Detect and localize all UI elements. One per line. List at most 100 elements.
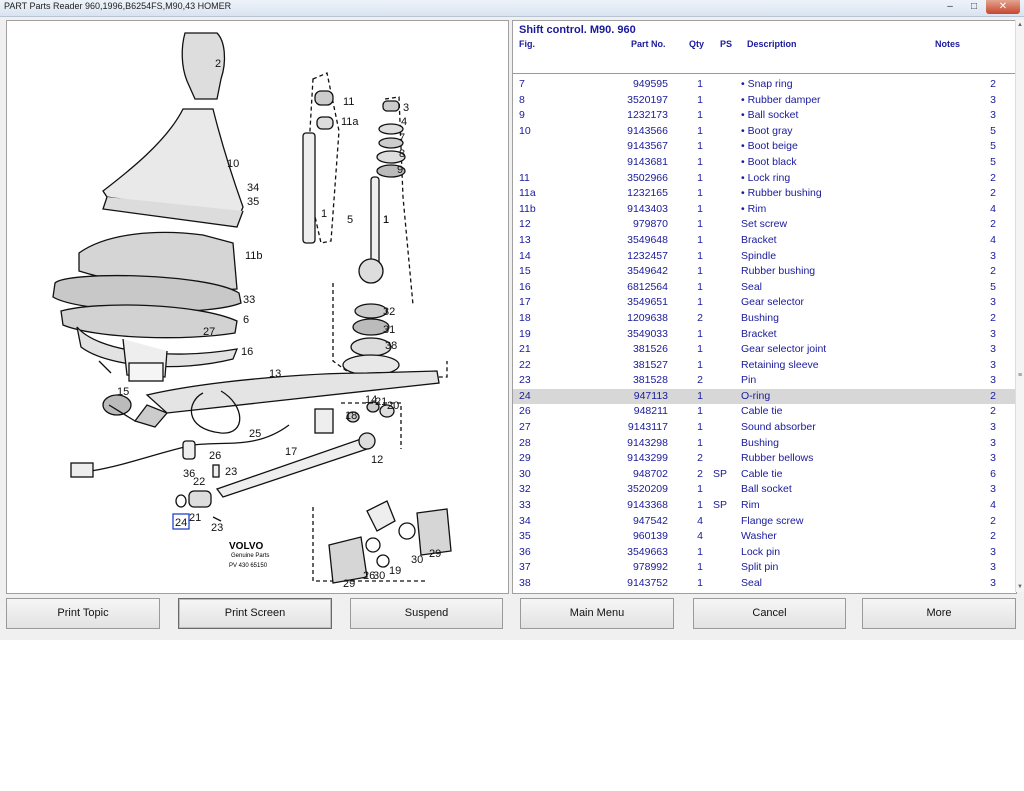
callout-label: 13 xyxy=(269,368,281,380)
parts-list-row[interactable]: 30 948702 2 SP Cable tie 6 xyxy=(513,467,1016,483)
callout-label: 2 xyxy=(215,58,221,70)
row-fig: 19 xyxy=(519,327,531,340)
row-qty: 1 xyxy=(697,233,703,246)
parts-list-row[interactable]: 26 948211 1 Cable tie 2 xyxy=(513,404,1016,420)
parts-list-row[interactable]: 22 381527 1 Retaining sleeve 3 xyxy=(513,358,1016,374)
row-notes: 3 xyxy=(990,577,996,589)
row-notes: 3 xyxy=(990,436,996,449)
parts-list-row[interactable]: 24 947113 1 O-ring 2 xyxy=(513,388,1016,405)
col-notes-header[interactable]: Notes xyxy=(935,39,960,49)
parts-list-row[interactable]: 36 3549663 1 Lock pin 3 xyxy=(513,545,1016,561)
callout-label: 16 xyxy=(241,346,253,358)
callout-label: 32 xyxy=(383,306,395,318)
row-qty: 2 xyxy=(697,467,703,480)
row-part-number: 6812564 xyxy=(627,280,668,293)
scroll-down-icon[interactable]: ▼ xyxy=(1016,584,1024,590)
row-part-number: 9143752 xyxy=(627,577,668,589)
row-notes: 6 xyxy=(990,467,996,480)
parts-list-row[interactable]: 8 3520197 1 • Rubber damper 3 xyxy=(513,93,1016,109)
col-desc-header[interactable]: Description xyxy=(747,39,797,49)
row-part-number: 9143298 xyxy=(627,436,668,449)
row-part-number: 381527 xyxy=(632,358,668,371)
row-description: Flange screw xyxy=(741,514,804,527)
parts-list-row[interactable]: 35 960139 4 Washer 2 xyxy=(513,529,1016,545)
row-notes: 2 xyxy=(990,171,996,184)
parts-list-scrollbar[interactable]: ▲ ≡ ▼ xyxy=(1015,20,1024,592)
parts-list-row[interactable]: 16 6812564 1 Seal 5 xyxy=(513,280,1016,296)
parts-list-row[interactable]: 34 947542 4 Flange screw 2 xyxy=(513,514,1016,530)
parts-list-row[interactable]: 11a 1232165 1 • Rubber bushing 2 xyxy=(513,186,1016,202)
parts-list-row[interactable]: 9143567 1 • Boot beige 5 xyxy=(513,139,1016,155)
callout-label: 8 xyxy=(399,148,405,160)
parts-list-row[interactable]: 18 1209638 2 Bushing 2 xyxy=(513,311,1016,327)
row-qty: 1 xyxy=(697,483,703,496)
parts-list-row[interactable]: 29 9143299 2 Rubber bellows 3 xyxy=(513,451,1016,467)
row-part-number: 9143681 xyxy=(627,155,668,168)
parts-list-row[interactable]: 9 1232173 1 • Ball socket 3 xyxy=(513,108,1016,124)
parts-list-row[interactable]: 9143681 1 • Boot black 5 xyxy=(513,155,1016,171)
print-screen-button[interactable]: Print Screen xyxy=(178,598,332,629)
row-qty: 2 xyxy=(697,311,703,324)
cancel-button[interactable]: Cancel xyxy=(693,598,846,629)
row-notes: 5 xyxy=(990,155,996,168)
row-qty: 1 xyxy=(697,421,703,434)
parts-list-row[interactable]: 14 1232457 1 Spindle 3 xyxy=(513,249,1016,265)
row-ps: SP xyxy=(713,499,728,512)
parts-list-row[interactable]: 12 979870 1 Set screw 2 xyxy=(513,217,1016,233)
row-qty: 1 xyxy=(697,561,703,574)
row-fig: 33 xyxy=(519,499,531,512)
parts-list-row[interactable]: 11b 9143403 1 • Rim 4 xyxy=(513,202,1016,218)
parts-list-row[interactable]: 15 3549642 1 Rubber bushing 2 xyxy=(513,264,1016,280)
callout-label: 11a xyxy=(341,116,359,128)
volvo-logo: VOLVO Genuine Parts PV 430 65150 xyxy=(229,541,269,569)
suspend-button[interactable]: Suspend xyxy=(350,598,503,629)
row-description: • Boot beige xyxy=(741,140,798,153)
col-fig-header[interactable]: Fig. xyxy=(519,39,535,49)
parts-list-row[interactable]: 21 381526 1 Gear selector joint 3 xyxy=(513,342,1016,358)
parts-list-row[interactable]: 23 381528 2 Pin 3 xyxy=(513,373,1016,389)
col-qty-header[interactable]: Qty xyxy=(689,39,704,49)
parts-list-row[interactable]: 13 3549648 1 Bracket 4 xyxy=(513,233,1016,249)
parts-list-row[interactable]: 32 3520209 1 Ball socket 3 xyxy=(513,482,1016,498)
row-qty: 4 xyxy=(697,514,703,527)
minimize-icon[interactable]: – xyxy=(938,0,962,14)
parts-list-rows: 7 949595 1 • Snap ring 2 8 3520197 1 • Rubber da… xyxy=(513,77,1016,592)
parts-list-row[interactable]: 37 978992 1 Split pin 3 xyxy=(513,560,1016,576)
callout-label: 20 xyxy=(387,400,399,412)
row-part-number: 960139 xyxy=(632,530,668,543)
parts-list-row[interactable]: 27 9143117 1 Sound absorber 3 xyxy=(513,420,1016,436)
row-description: Bushing xyxy=(741,311,779,324)
svg-text:Genuine Parts: Genuine Parts xyxy=(231,553,269,559)
row-notes: 3 xyxy=(990,483,996,496)
scroll-thumb[interactable]: ≡ xyxy=(1017,372,1023,379)
row-fig: 12 xyxy=(519,218,531,231)
row-part-number: 381526 xyxy=(632,343,668,356)
parts-list-row[interactable]: 28 9143298 1 Bushing 3 xyxy=(513,436,1016,452)
scroll-up-icon[interactable]: ▲ xyxy=(1016,22,1024,28)
col-part-header[interactable]: Part No. xyxy=(631,39,666,49)
row-fig: 29 xyxy=(519,452,531,465)
row-description: Bushing xyxy=(741,436,779,449)
row-notes: 5 xyxy=(990,124,996,137)
print-topic-button[interactable]: Print Topic xyxy=(6,598,160,629)
parts-list-row[interactable]: 33 9143368 1 SP Rim 4 xyxy=(513,498,1016,514)
parts-list-row[interactable]: 10 9143566 1 • Boot gray 5 xyxy=(513,124,1016,140)
row-fig: 17 xyxy=(519,296,531,309)
main-menu-button[interactable]: Main Menu xyxy=(520,598,674,629)
parts-list-row[interactable]: 38 9143752 1 Seal 3 xyxy=(513,576,1016,592)
row-notes: 4 xyxy=(990,233,996,246)
parts-list-row[interactable]: 7 949595 1 • Snap ring 2 xyxy=(513,77,1016,93)
parts-list-row[interactable]: 17 3549651 1 Gear selector 3 xyxy=(513,295,1016,311)
row-notes: 2 xyxy=(990,514,996,527)
row-part-number: 3502966 xyxy=(627,171,668,184)
close-icon[interactable]: ✕ xyxy=(986,0,1020,14)
parts-list-row[interactable]: 11 3502966 1 • Lock ring 2 xyxy=(513,171,1016,187)
parts-diagram-pane[interactable]: 2 10 34 35 11b 33 6 27 16 15 13 18 14 21… xyxy=(6,20,509,594)
maximize-icon[interactable]: □ xyxy=(962,0,986,14)
parts-list-row[interactable]: 19 3549033 1 Bracket 3 xyxy=(513,327,1016,343)
row-notes: 3 xyxy=(990,421,996,434)
more-button[interactable]: More xyxy=(862,598,1016,629)
row-fig: 22 xyxy=(519,358,531,371)
row-qty: 1 xyxy=(697,109,703,122)
col-ps-header[interactable]: PS xyxy=(720,39,732,49)
